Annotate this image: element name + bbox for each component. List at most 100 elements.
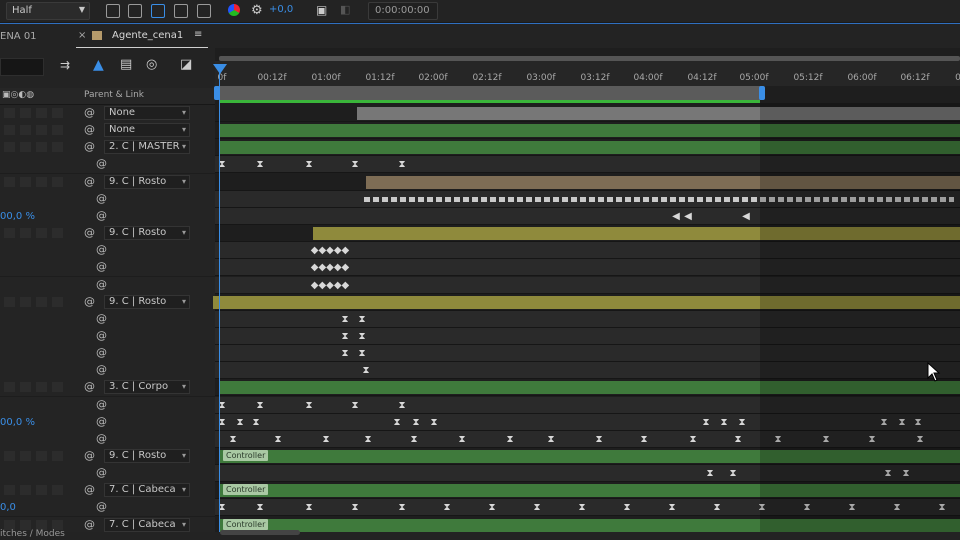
keyframe-icon[interactable]: ⧗ [305, 502, 312, 513]
av-switches-icon[interactable]: ▣◎◐◍ [2, 90, 34, 100]
expression-pick-whip-icon[interactable]: @ [96, 192, 107, 205]
work-area-end-handle[interactable] [759, 86, 765, 100]
expression-pick-whip-icon[interactable]: @ [96, 415, 107, 428]
pick-whip-icon[interactable]: @ [84, 483, 95, 496]
layer-switch[interactable] [4, 451, 15, 461]
keyframe-icon[interactable]: ⧗ [713, 502, 720, 513]
time-ruler[interactable]: 0f 00:12f 01:00f 01:12f 02:00f 02:12f 03:00f 03… [215, 61, 960, 86]
exposure-value[interactable]: +0,0 [269, 4, 293, 15]
layer-switch[interactable] [36, 451, 47, 461]
pick-whip-icon[interactable]: @ [84, 226, 95, 239]
graph-editor-icon[interactable]: ◪ [180, 57, 192, 72]
hamburger-icon[interactable]: ≡ [194, 29, 202, 40]
layer-switch[interactable] [52, 176, 63, 187]
toggle-switches-modes[interactable]: itches / Modes [0, 529, 65, 539]
keyframe-icon[interactable]: ⧗ [689, 434, 696, 445]
pick-whip-icon[interactable]: @ [84, 380, 95, 393]
keyframe-icon[interactable]: ⧗ [412, 417, 419, 428]
expression-pick-whip-icon[interactable]: @ [96, 209, 107, 222]
expression-pick-whip-icon[interactable]: @ [96, 243, 107, 256]
camera-snapshot-icon[interactable]: ▣ [316, 3, 327, 17]
keyframe-icon[interactable]: ◆◆◆◆◆ [311, 280, 349, 291]
tab-prev-comp[interactable]: ENA 01 [0, 31, 37, 42]
keyframe-icon[interactable]: ⧗ [341, 331, 348, 342]
show-snapshot-icon[interactable]: ◧ [340, 3, 350, 16]
layer-switch[interactable] [20, 451, 31, 461]
parent-dropdown[interactable]: 2. C | MASTER ▾ [104, 140, 190, 155]
layer-switch[interactable] [52, 108, 63, 118]
keyframe-icon[interactable]: ⧗ [533, 502, 540, 513]
parent-dropdown[interactable]: 7. C | Cabeca ▾ [104, 517, 190, 532]
transparency-grid-icon[interactable] [128, 4, 142, 18]
layer-switch[interactable] [20, 228, 31, 239]
parent-dropdown[interactable]: 9. C | Rosto ▾ [104, 449, 190, 463]
property-value[interactable]: 0,0 [0, 502, 16, 513]
keyframe-icon[interactable]: ⧗ [668, 502, 675, 513]
keyframe-icon[interactable]: ⧗ [640, 434, 647, 445]
layer-switch[interactable] [20, 485, 31, 496]
keyframe-icon[interactable]: ⧗ [322, 434, 329, 445]
work-area-bar[interactable] [219, 86, 762, 100]
layer-switch[interactable] [4, 125, 15, 136]
pick-whip-icon[interactable]: @ [84, 175, 95, 188]
keyframe-icon[interactable]: ⧗ [410, 434, 417, 445]
keyframe-icon[interactable]: ⧗ [358, 331, 365, 342]
draft-3d-icon[interactable]: ▲ [93, 57, 104, 73]
layer-switch[interactable] [4, 176, 15, 187]
expression-pick-whip-icon[interactable]: @ [96, 346, 107, 359]
comp-flowchart-icon[interactable]: ⇉ [60, 58, 70, 72]
parent-dropdown[interactable]: None ▾ [104, 123, 190, 138]
keyframe-icon[interactable]: ◀ [742, 211, 750, 222]
keyframe-icon[interactable]: ⧗ [398, 400, 405, 411]
zoom-slider[interactable] [220, 530, 300, 535]
keyframe-icon[interactable]: ⧗ [720, 417, 727, 428]
keyframe-icon[interactable]: ◆◆◆◆◆ [311, 245, 349, 256]
keyframe-icon[interactable]: ⧗ [341, 348, 348, 359]
keyframe-icon[interactable]: ◆◆◆◆◆ [311, 262, 349, 273]
keyframe-icon[interactable]: ⧗ [364, 434, 371, 445]
pick-whip-icon[interactable]: @ [84, 518, 95, 531]
layer-switch[interactable] [36, 228, 47, 239]
layer-switch[interactable] [20, 176, 31, 187]
layer-switch[interactable] [52, 296, 63, 307]
keyframe-icon[interactable]: ⧗ [341, 314, 348, 325]
parent-dropdown[interactable]: 9. C | Rosto ▾ [104, 226, 190, 241]
layer-switch[interactable] [36, 108, 47, 118]
keyframe-icon[interactable]: ⧗ [274, 434, 281, 445]
keyframe-icon[interactable]: ⧗ [702, 417, 709, 428]
keyframe-icon[interactable]: ⧗ [256, 400, 263, 411]
grid-guides-icon[interactable] [197, 4, 211, 18]
keyframe-icon[interactable]: ⧗ [393, 417, 400, 428]
keyframe-icon[interactable]: ⧗ [734, 434, 741, 445]
keyframe-icon[interactable]: ⧗ [488, 502, 495, 513]
keyframe-icon[interactable]: ⧗ [430, 417, 437, 428]
layer-switch[interactable] [52, 142, 63, 153]
layer-switch[interactable] [20, 142, 31, 153]
layer-switch[interactable] [20, 125, 31, 136]
resolution-dropdown[interactable]: Half ▼ [6, 2, 90, 20]
keyframe-icon[interactable]: ⧗ [305, 159, 312, 170]
layer-switch[interactable] [4, 142, 15, 153]
keyframe-icon[interactable]: ⧗ [362, 365, 369, 376]
keyframe-icon[interactable]: ⧗ [229, 434, 236, 445]
expression-pick-whip-icon[interactable]: @ [96, 312, 107, 325]
pick-whip-icon[interactable]: @ [84, 123, 95, 136]
layer-switch[interactable] [36, 485, 47, 496]
expression-pick-whip-icon[interactable]: @ [96, 398, 107, 411]
keyframe-icon[interactable]: ⧗ [738, 417, 745, 428]
keyframe-icon[interactable]: ⧗ [252, 417, 259, 428]
keyframe-icon[interactable]: ⧗ [358, 348, 365, 359]
keyframe-icon[interactable]: ⧗ [506, 434, 513, 445]
property-value[interactable]: 00,0 % [0, 211, 35, 222]
expression-pick-whip-icon[interactable]: @ [96, 500, 107, 513]
layer-switch[interactable] [4, 228, 15, 239]
expression-pick-whip-icon[interactable]: @ [96, 260, 107, 273]
keyframe-icon[interactable]: ⧗ [443, 502, 450, 513]
layer-switch[interactable] [36, 125, 47, 136]
keyframe-icon[interactable]: ⧗ [351, 159, 358, 170]
keyframe-icon[interactable]: ◀ [684, 211, 692, 222]
expression-pick-whip-icon[interactable]: @ [96, 432, 107, 445]
mask-visibility-icon[interactable] [151, 4, 165, 18]
parent-dropdown[interactable]: None ▾ [104, 106, 190, 120]
parent-dropdown[interactable]: 9. C | Rosto ▾ [104, 294, 190, 309]
